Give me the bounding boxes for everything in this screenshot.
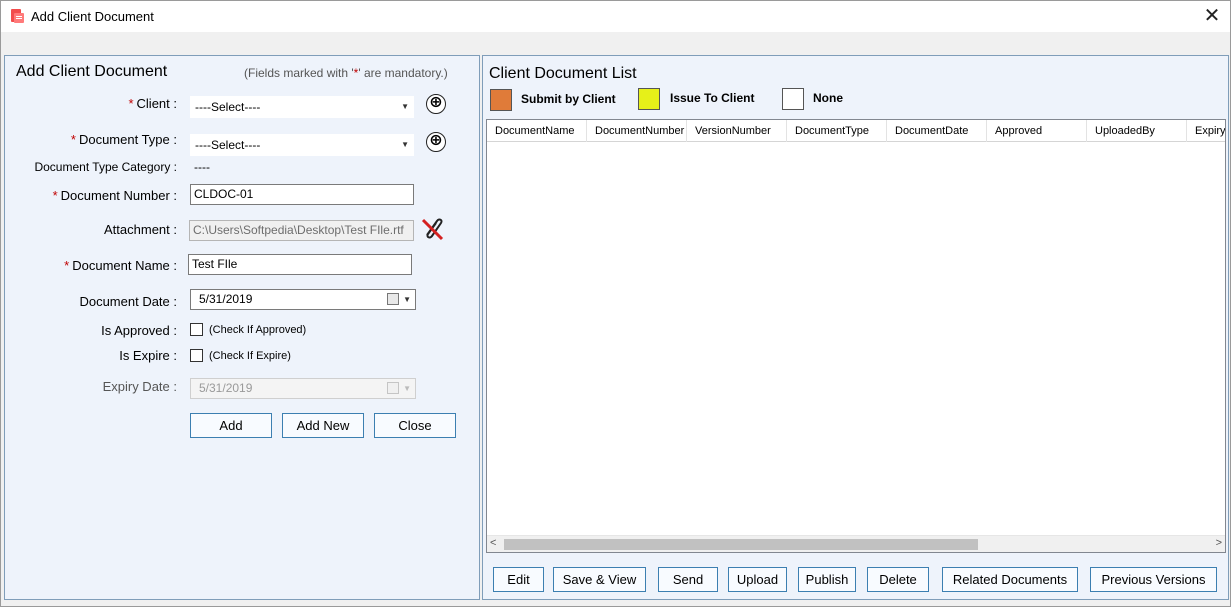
calendar-icon	[387, 382, 399, 394]
column-header[interactable]: DocumentName	[487, 120, 587, 142]
expiry-date-picker[interactable]: 5/31/2019 ▼	[190, 378, 416, 399]
column-header[interactable]: DocumentType	[787, 120, 887, 142]
scroll-left-icon[interactable]: <	[490, 537, 496, 549]
send-button[interactable]: Send	[658, 567, 718, 592]
related-documents-button[interactable]: Related Documents	[942, 567, 1078, 592]
is-expire-hint: (Check If Expire)	[209, 350, 291, 362]
legend-swatch-none	[782, 88, 804, 110]
scrollbar-thumb[interactable]	[504, 539, 978, 550]
list-title: Client Document List	[489, 65, 637, 82]
calendar-icon	[387, 293, 399, 305]
add-new-button[interactable]: Add New	[282, 413, 364, 438]
add-client-document-window: Add Client Document ✕ Add Client Documen…	[0, 0, 1231, 607]
document-type-label: * Document Type :	[70, 132, 177, 147]
close-window-button[interactable]: ✕	[1200, 4, 1224, 28]
document-type-category-label: Document Type Category :	[34, 160, 177, 174]
previous-versions-button[interactable]: Previous Versions	[1090, 567, 1217, 592]
client-select[interactable]: ----Select---- ▼	[190, 96, 414, 118]
document-name-label: * Document Name :	[64, 258, 177, 273]
add-document-type-button[interactable]: ⊕	[426, 132, 446, 152]
column-header[interactable]: DocumentNumber	[587, 120, 687, 142]
save-view-button[interactable]: Save & View	[553, 567, 646, 592]
document-date-label: Document Date :	[79, 294, 177, 309]
chevron-down-icon: ▼	[403, 384, 411, 393]
edit-button[interactable]: Edit	[493, 567, 544, 592]
publish-button[interactable]: Publish	[798, 567, 856, 592]
form-title: Add Client Document	[16, 63, 168, 80]
remove-attachment-icon[interactable]	[420, 215, 446, 242]
legend-label-submit-by-client: Submit by Client	[521, 92, 616, 106]
is-approved-label: Is Approved :	[101, 323, 177, 338]
scroll-right-icon[interactable]: >	[1216, 537, 1222, 549]
legend-swatch-issue-to-client	[638, 88, 660, 110]
document-grid[interactable]: DocumentName DocumentNumber VersionNumbe…	[486, 119, 1226, 553]
is-expire-checkbox[interactable]	[190, 349, 203, 362]
title-bar: Add Client Document ✕	[1, 1, 1230, 32]
column-header[interactable]: DocumentDate	[887, 120, 987, 142]
delete-button[interactable]: Delete	[867, 567, 929, 592]
attachment-path-field[interactable]: C:\Users\Softpedia\Desktop\Test FIle.rtf	[189, 220, 414, 241]
client-area: Add Client Document (Fields marked with …	[1, 32, 1230, 606]
chevron-down-icon: ▼	[401, 102, 409, 111]
legend-label-none: None	[813, 91, 843, 105]
column-header[interactable]: ExpiryD	[1187, 120, 1225, 142]
chevron-down-icon: ▼	[401, 140, 409, 149]
client-document-list-panel: Client Document List Submit by Client Is…	[482, 55, 1229, 600]
horizontal-scrollbar[interactable]: < >	[487, 535, 1225, 552]
expiry-date-label: Expiry Date :	[102, 379, 177, 394]
document-date-picker[interactable]: 5/31/2019 ▼	[190, 289, 416, 310]
document-name-field[interactable]: Test FIle	[188, 254, 412, 275]
window-title: Add Client Document	[31, 9, 154, 24]
document-number-field[interactable]: CLDOC-01	[190, 184, 414, 205]
add-button[interactable]: Add	[190, 413, 272, 438]
column-header[interactable]: VersionNumber	[687, 120, 787, 142]
column-header[interactable]: Approved	[987, 120, 1087, 142]
column-header[interactable]: UploadedBy	[1087, 120, 1187, 142]
app-document-icon	[11, 9, 24, 23]
legend-label-issue-to-client: Issue To Client	[670, 91, 755, 105]
grid-header: DocumentName DocumentNumber VersionNumbe…	[487, 120, 1225, 142]
is-approved-checkbox[interactable]	[190, 323, 203, 336]
add-document-form-panel: Add Client Document (Fields marked with …	[4, 55, 480, 600]
document-number-label: * Document Number :	[52, 188, 177, 203]
chevron-down-icon: ▼	[403, 295, 411, 304]
attachment-label: Attachment :	[104, 222, 177, 237]
legend-swatch-submit-by-client	[490, 89, 512, 111]
document-type-category-value: ----	[194, 160, 210, 174]
upload-button[interactable]: Upload	[728, 567, 787, 592]
client-label: * Client :	[128, 96, 177, 111]
mandatory-note: (Fields marked with '*' are mandatory.)	[244, 66, 448, 80]
is-expire-label: Is Expire :	[119, 348, 177, 363]
close-button[interactable]: Close	[374, 413, 456, 438]
add-client-button[interactable]: ⊕	[426, 94, 446, 114]
document-type-select[interactable]: ----Select---- ▼	[190, 134, 414, 156]
is-approved-hint: (Check If Approved)	[209, 324, 307, 336]
